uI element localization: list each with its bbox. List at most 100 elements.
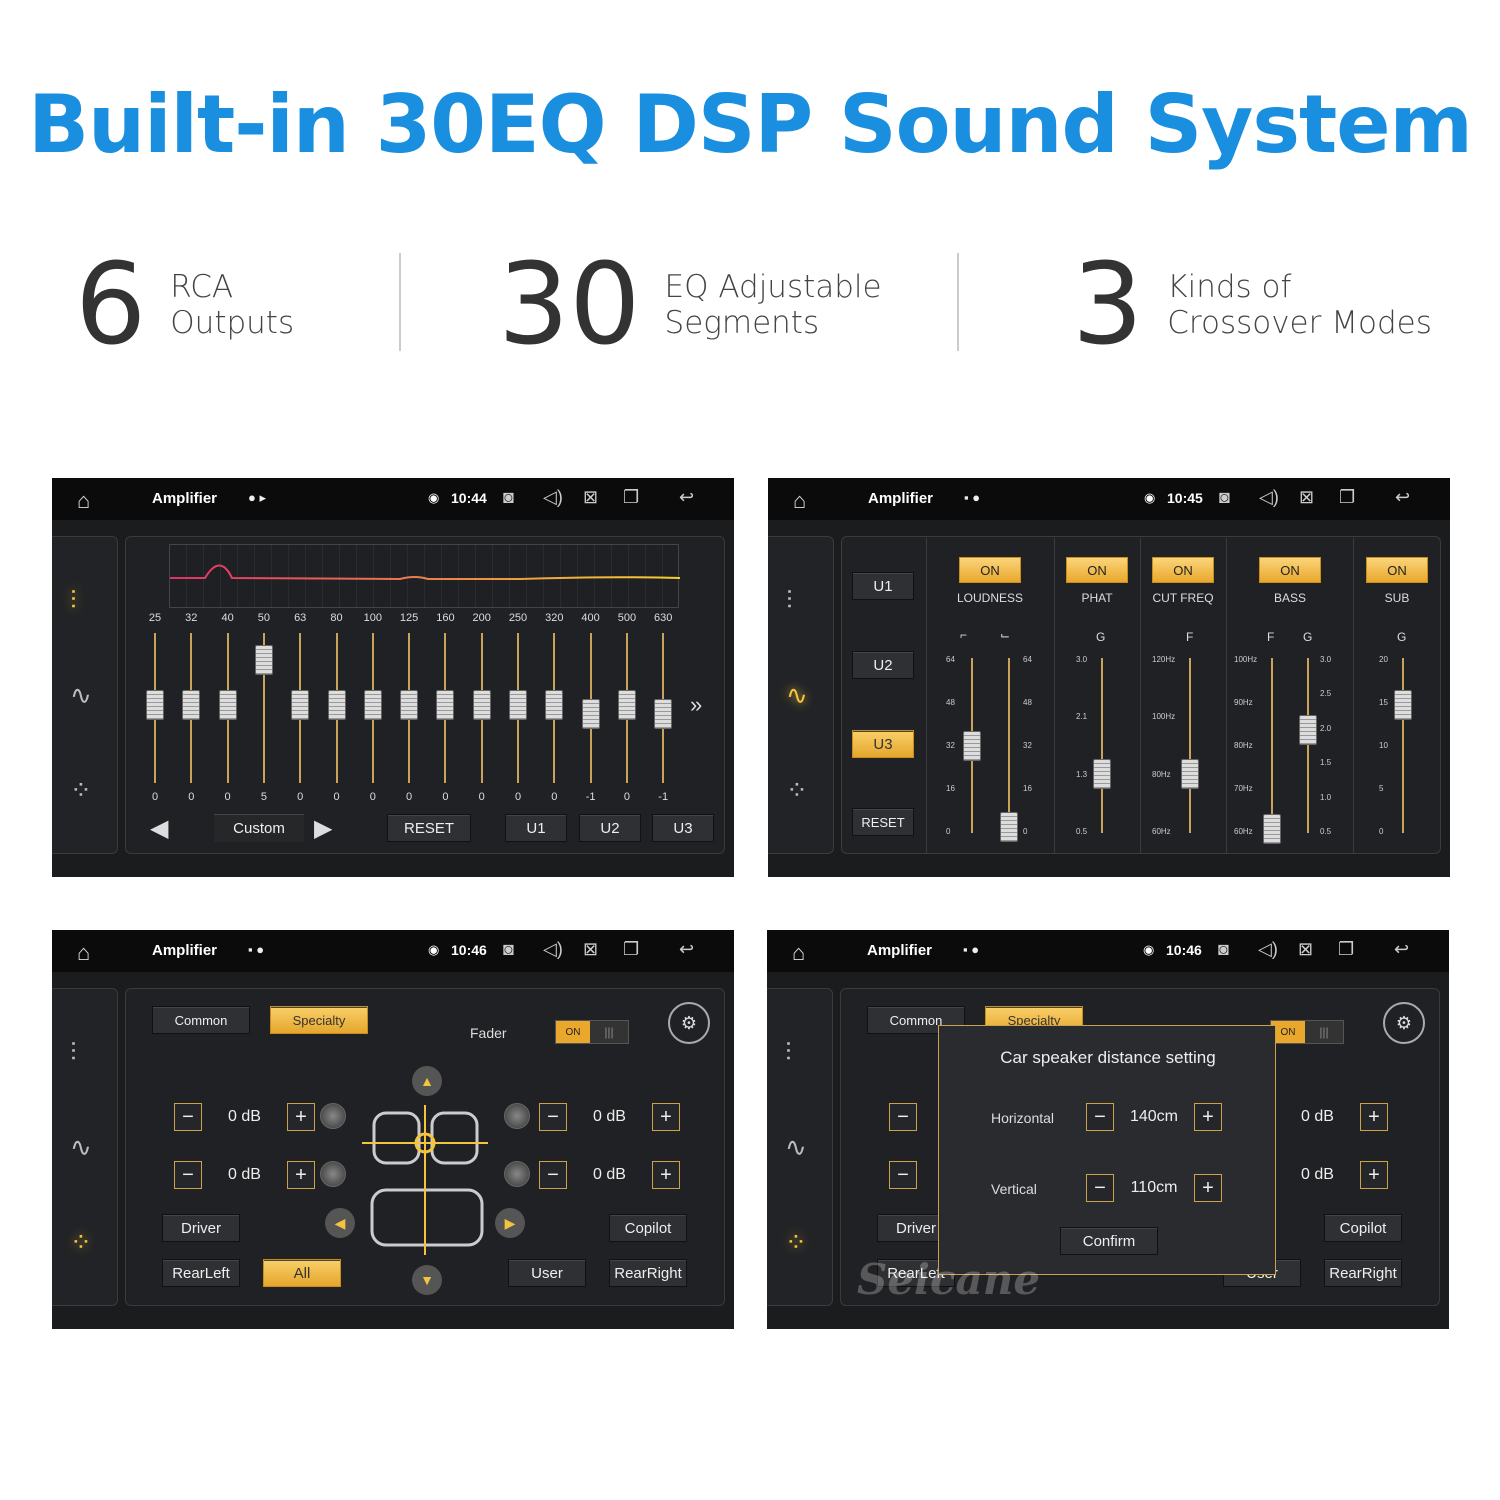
eq-slider-knob[interactable] [509,690,527,720]
u3-button[interactable]: U3 [852,730,914,758]
phat-on-button[interactable]: ON [1066,557,1128,583]
fader-up-button[interactable]: ▲ [412,1066,442,1096]
cutfreq-on-button[interactable]: ON [1152,557,1214,583]
equalizer-icon[interactable]: ⫶ [786,585,793,617]
waveform-icon[interactable]: ∿ [70,1132,92,1163]
volume-icon[interactable]: ◁) [543,939,563,960]
volume-icon[interactable]: ◁) [543,487,563,508]
car-settings-icon[interactable]: ⚙ [668,1002,710,1044]
eq-slider-knob[interactable] [363,690,382,720]
phat-slider[interactable] [1093,759,1111,789]
close-app-icon[interactable]: ⊠ [1299,487,1314,508]
u1-button[interactable]: U1 [505,814,567,842]
home-icon[interactable]: ⌂ [77,488,90,514]
eq-slider-knob[interactable] [654,699,673,729]
close-app-icon[interactable]: ⊠ [1298,939,1313,960]
fader-right-button[interactable]: ▶ [495,1208,525,1238]
waveform-icon[interactable]: ∿ [785,1132,807,1163]
fader-toggle[interactable]: ON ||| [555,1020,629,1044]
car-settings-icon[interactable]: ⚙ [1383,1002,1425,1044]
plus-button[interactable]: + [652,1103,680,1131]
home-icon[interactable]: ⌂ [793,488,806,514]
eq-slider-knob[interactable] [291,690,310,720]
volume-icon[interactable]: ◁) [1258,939,1278,960]
loudness-on-button[interactable]: ON [959,557,1021,583]
close-app-icon[interactable]: ⊠ [583,487,598,508]
plus-button[interactable]: + [1194,1174,1222,1202]
u1-button[interactable]: U1 [852,572,914,600]
speaker-position-icon[interactable]: ⁘ [785,1227,807,1258]
loudness-high-slider[interactable] [1000,812,1018,842]
recent-apps-icon[interactable]: ❐ [1338,939,1354,960]
equalizer-icon[interactable]: ⫶ [70,1037,77,1069]
driver-button[interactable]: Driver [162,1214,240,1242]
camera-icon[interactable]: ◙ [503,487,514,508]
common-tab[interactable]: Common [152,1006,250,1034]
volume-icon[interactable]: ◁) [1259,487,1279,508]
eq-slider-knob[interactable] [182,690,201,720]
recent-apps-icon[interactable]: ❐ [623,487,639,508]
rearright-button[interactable]: RearRight [1324,1259,1402,1287]
copilot-button[interactable]: Copilot [609,1214,687,1242]
fader-toggle[interactable]: ON ||| [1270,1020,1344,1044]
eq-slider-knob[interactable] [254,645,273,675]
reset-button[interactable]: RESET [852,808,914,836]
camera-icon[interactable]: ◙ [503,939,514,960]
loudness-low-slider[interactable] [963,731,981,761]
user-button[interactable]: User [508,1259,586,1287]
equalizer-icon[interactable]: ⫶ [70,585,77,617]
u2-button[interactable]: U2 [852,651,914,679]
sub-on-button[interactable]: ON [1366,557,1428,583]
prev-preset-icon[interactable]: ◀ [150,814,168,843]
eq-slider-knob[interactable] [617,690,636,720]
rearleft-button[interactable]: RearLeft [162,1259,240,1287]
rearright-button[interactable]: RearRight [609,1259,687,1287]
camera-icon[interactable]: ◙ [1219,487,1230,508]
minus-button[interactable]: − [889,1161,917,1189]
minus-button[interactable]: − [1086,1174,1114,1202]
eq-slider-knob[interactable] [400,690,419,720]
specialty-tab[interactable]: Specialty [270,1006,368,1034]
plus-button[interactable]: + [287,1161,315,1189]
plus-button[interactable]: + [652,1161,680,1189]
eq-slider-knob[interactable] [327,690,346,720]
equalizer-icon[interactable]: ⫶ [785,1037,792,1069]
waveform-icon[interactable]: ∿ [70,680,92,711]
sub-slider[interactable] [1394,690,1412,720]
plus-button[interactable]: + [1360,1103,1388,1131]
speaker-position-icon[interactable]: ⁘ [70,1227,92,1258]
speaker-position-icon[interactable]: ⁘ [70,775,92,806]
recent-apps-icon[interactable]: ❐ [1339,487,1355,508]
eq-slider-knob[interactable] [436,690,455,720]
bass-freq-slider[interactable] [1263,814,1281,844]
minus-button[interactable]: − [539,1103,567,1131]
fader-left-button[interactable]: ◀ [325,1208,355,1238]
minus-button[interactable]: − [174,1103,202,1131]
eq-slider-knob[interactable] [581,699,600,729]
plus-button[interactable]: + [1194,1103,1222,1131]
minus-button[interactable]: − [1086,1103,1114,1131]
recent-apps-icon[interactable]: ❐ [623,939,639,960]
confirm-button[interactable]: Confirm [1060,1227,1158,1255]
home-icon[interactable]: ⌂ [77,940,90,966]
eq-slider-knob[interactable] [218,690,237,720]
plus-button[interactable]: + [1360,1161,1388,1189]
minus-button[interactable]: − [539,1161,567,1189]
camera-icon[interactable]: ◙ [1218,939,1229,960]
back-icon[interactable]: ↩ [1394,939,1409,960]
back-icon[interactable]: ↩ [679,939,694,960]
waveform-icon[interactable]: ∿ [786,680,808,711]
u3-button[interactable]: U3 [652,814,714,842]
fader-down-button[interactable]: ▼ [412,1265,442,1295]
copilot-button[interactable]: Copilot [1324,1214,1402,1242]
eq-slider-knob[interactable] [472,690,491,720]
u2-button[interactable]: U2 [579,814,641,842]
eq-slider-knob[interactable] [146,690,164,720]
eq-slider-knob[interactable] [545,690,564,720]
cutfreq-slider[interactable] [1181,759,1199,789]
bass-gain-slider[interactable] [1299,715,1317,745]
next-bands-icon[interactable]: » [690,692,702,718]
all-button[interactable]: All [263,1259,341,1287]
speaker-position-icon[interactable]: ⁘ [786,775,808,806]
next-preset-icon[interactable]: ▶ [314,814,332,843]
